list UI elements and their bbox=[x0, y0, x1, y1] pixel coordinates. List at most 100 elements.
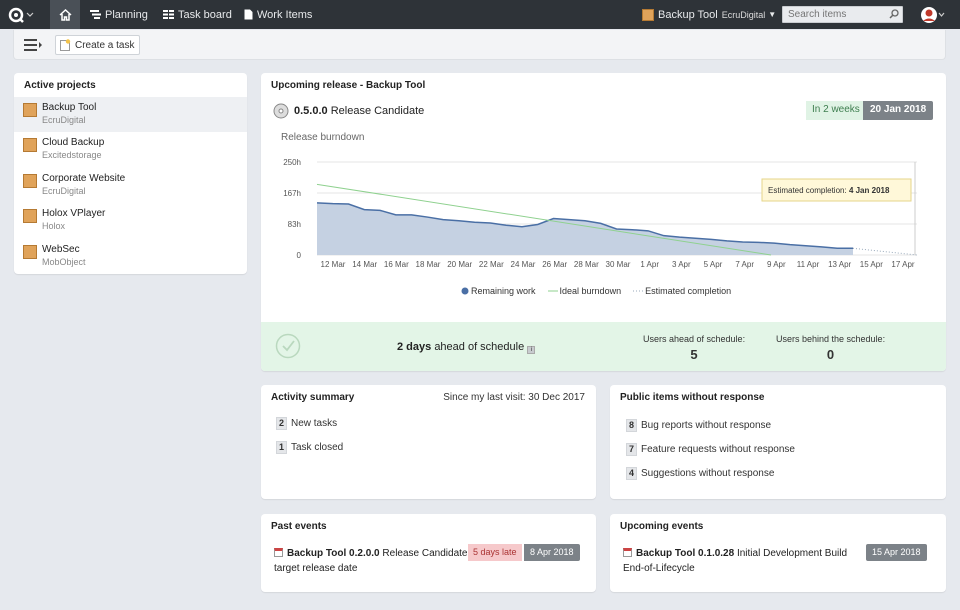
project-name: Cloud Backup bbox=[42, 137, 105, 148]
release-version: 0.5.0.0 bbox=[294, 105, 328, 117]
count-badge: 4 bbox=[626, 467, 637, 480]
legend-estimated-label: Estimated completion bbox=[645, 286, 732, 296]
public-item-label: Feature requests without response bbox=[641, 444, 795, 455]
event-type: Initial Development Build bbox=[736, 548, 848, 559]
event-name: Backup Tool 0.1.0.28 bbox=[636, 548, 735, 559]
burndown-chart: 250h 167h 83h 0 12 Mar 14 Mar 16 Mar 18 Mar 20 M… bbox=[283, 158, 918, 269]
active-projects-title: Active projects bbox=[24, 80, 96, 91]
avatar bbox=[921, 6, 945, 23]
task-board-icon bbox=[163, 10, 174, 19]
event-name: Backup Tool 0.2.0.0 bbox=[287, 548, 380, 559]
x-tick-label: 1 Apr bbox=[640, 260, 659, 269]
nav-task-board[interactable]: Task board bbox=[163, 0, 232, 29]
project-org: EcruDigital bbox=[42, 186, 86, 196]
activity-label: New tasks bbox=[291, 418, 338, 429]
nav-work-items-label: Work Items bbox=[257, 8, 313, 21]
calendar-icon bbox=[623, 548, 632, 557]
x-tick-label: 13 Apr bbox=[828, 260, 851, 269]
search-icon[interactable] bbox=[889, 9, 899, 19]
active-projects-panel: Active projects Backup Tool EcruDigital C… bbox=[14, 73, 247, 274]
past-event[interactable]: Backup Tool 0.2.0.0 Release Candidate ta… bbox=[274, 546, 467, 576]
chevron-down-icon: ▼ bbox=[768, 10, 777, 19]
legend-ideal-burndown[interactable]: Ideal burndown bbox=[547, 286, 621, 296]
count-badge: 7 bbox=[626, 443, 637, 456]
box-icon bbox=[23, 209, 37, 223]
upcoming-release-panel: Upcoming release - Backup Tool 0.5.0.0 R… bbox=[261, 73, 946, 371]
home-button[interactable] bbox=[50, 0, 80, 29]
schedule-summary: 2 days ahead of schedule i bbox=[397, 341, 536, 354]
document-icon bbox=[244, 9, 253, 20]
x-tick-label: 24 Mar bbox=[511, 260, 536, 269]
count-badge: 8 bbox=[626, 419, 637, 432]
project-org: Holox bbox=[42, 221, 66, 231]
project-name: WebSec bbox=[42, 244, 80, 255]
upcoming-release-title: Upcoming release - Backup Tool bbox=[271, 80, 426, 91]
box-icon bbox=[23, 174, 37, 188]
ahead-days: 2 days bbox=[397, 341, 432, 353]
project-item[interactable]: Corporate Website EcruDigital bbox=[14, 168, 247, 203]
public-item[interactable]: 7 Feature requests without response bbox=[626, 443, 795, 456]
x-tick-label: 15 Apr bbox=[860, 260, 883, 269]
x-tick-label: 28 Mar bbox=[574, 260, 599, 269]
public-items-panel: Public items without response 8 Bug repor… bbox=[610, 385, 946, 499]
box-icon bbox=[23, 245, 37, 259]
legend-dotted-icon bbox=[633, 290, 644, 292]
late-badge: 5 days late bbox=[468, 544, 522, 561]
project-item[interactable]: Cloud Backup Excitedstorage bbox=[14, 132, 247, 167]
public-item-label: Suggestions without response bbox=[641, 468, 775, 479]
x-tick-label: 5 Apr bbox=[704, 260, 723, 269]
release-name[interactable]: 0.5.0.0 Release Candidate bbox=[294, 105, 424, 117]
project-item[interactable]: Backup Tool EcruDigital bbox=[14, 97, 247, 132]
project-selector-org: EcruDigital bbox=[721, 9, 766, 20]
nav-planning[interactable]: Planning bbox=[90, 0, 148, 29]
x-tick-label: 7 Apr bbox=[735, 260, 754, 269]
nav-work-items[interactable]: Work Items bbox=[244, 0, 312, 29]
users-behind-label: Users behind the schedule: bbox=[776, 334, 886, 344]
project-org: EcruDigital bbox=[42, 115, 86, 125]
x-tick-label: 18 Mar bbox=[416, 260, 441, 269]
y-tick-label: 0 bbox=[297, 251, 302, 260]
project-item[interactable]: Holox VPlayer Holox bbox=[14, 203, 247, 238]
box-icon bbox=[642, 8, 654, 21]
sidebar-toggle-icon[interactable] bbox=[24, 39, 42, 51]
activity-item[interactable]: 2 New tasks bbox=[276, 417, 337, 430]
app-logo-menu[interactable] bbox=[8, 0, 42, 29]
project-selector[interactable]: Backup Tool EcruDigital ▼ bbox=[642, 0, 776, 29]
count-badge: 2 bbox=[276, 417, 287, 430]
project-name: Holox VPlayer bbox=[42, 208, 106, 219]
legend-estimated-completion[interactable]: Estimated completion bbox=[633, 286, 731, 296]
info-icon[interactable]: i bbox=[527, 346, 536, 354]
event-type: Release Candidate bbox=[382, 548, 468, 559]
count-badge: 1 bbox=[276, 441, 287, 454]
users-ahead: Users ahead of schedule: 5 bbox=[643, 334, 745, 362]
y-tick-label: 167h bbox=[283, 189, 301, 198]
upcoming-events-panel: Upcoming events Backup Tool 0.1.0.28 Ini… bbox=[610, 514, 946, 592]
legend-remaining-work[interactable]: Remaining work bbox=[461, 286, 536, 296]
nav-planning-label: Planning bbox=[105, 8, 148, 21]
x-tick-label: 20 Mar bbox=[447, 260, 472, 269]
x-tick-label: 16 Mar bbox=[384, 260, 409, 269]
upcoming-event[interactable]: Backup Tool 0.1.0.28 Initial Development… bbox=[623, 546, 847, 576]
x-tick-label: 12 Mar bbox=[321, 260, 346, 269]
activity-item[interactable]: 1 Task closed bbox=[276, 441, 343, 454]
check-circle-icon bbox=[275, 333, 301, 359]
x-tick-label: 17 Apr bbox=[891, 260, 914, 269]
project-org: Excitedstorage bbox=[42, 150, 102, 160]
box-icon bbox=[23, 103, 37, 117]
estimated-completion-line bbox=[852, 247, 918, 256]
user-menu[interactable] bbox=[920, 0, 946, 29]
upcoming-events-title: Upcoming events bbox=[620, 521, 704, 532]
schedule-status: 2 days ahead of schedule i Users ahead of… bbox=[261, 322, 946, 371]
planning-icon bbox=[90, 10, 101, 19]
release-countdown: In 2 weeks bbox=[806, 101, 866, 120]
project-item[interactable]: WebSec MobObject bbox=[14, 239, 247, 274]
event-date: 15 Apr 2018 bbox=[866, 544, 927, 561]
public-item[interactable]: 4 Suggestions without response bbox=[626, 467, 774, 480]
search-input[interactable] bbox=[782, 6, 903, 23]
y-tick-label: 250h bbox=[283, 158, 301, 167]
create-task-button[interactable]: Create a task bbox=[55, 35, 141, 55]
disc-icon bbox=[273, 103, 289, 119]
event-date: 8 Apr 2018 bbox=[524, 544, 580, 561]
public-item[interactable]: 8 Bug reports without response bbox=[626, 419, 771, 432]
activity-summary-title: Activity summary bbox=[271, 392, 355, 403]
